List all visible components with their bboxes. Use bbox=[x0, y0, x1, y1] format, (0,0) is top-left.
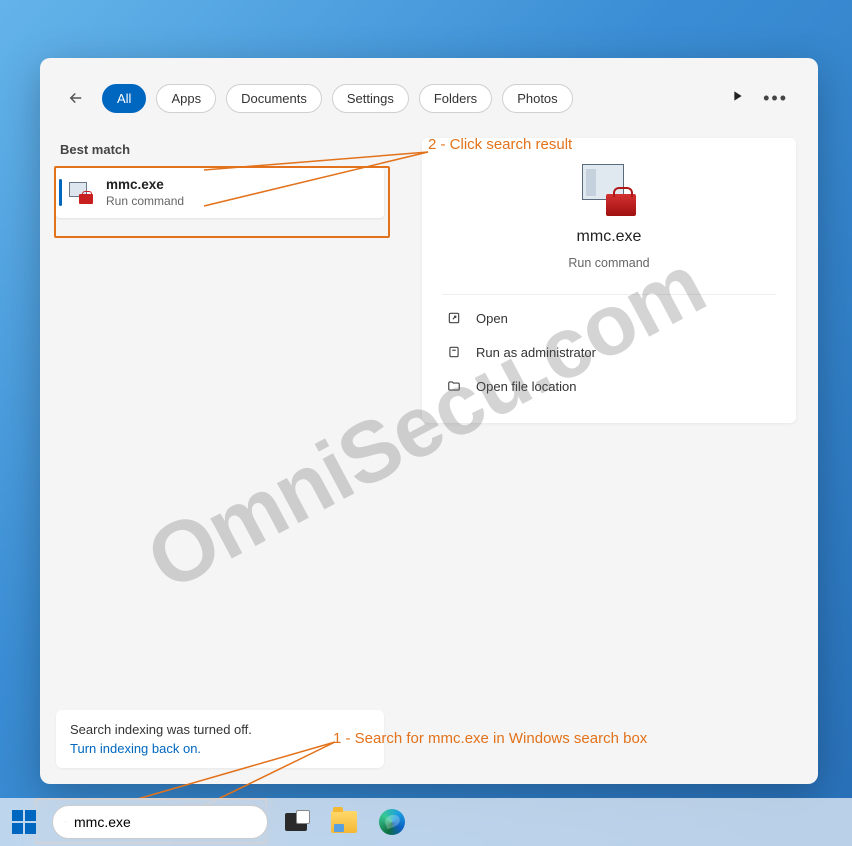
tab-all[interactable]: All bbox=[102, 84, 146, 113]
search-flyout: All Apps Documents Settings Folders Phot… bbox=[40, 58, 818, 784]
taskview-icon bbox=[285, 813, 307, 831]
detail-title: mmc.exe bbox=[577, 228, 642, 246]
taskbar bbox=[0, 798, 852, 846]
detail-pane: mmc.exe Run command Open Run as a bbox=[400, 128, 818, 784]
result-item-mmc[interactable]: mmc.exe Run command bbox=[56, 167, 384, 218]
action-open[interactable]: Open bbox=[442, 301, 776, 335]
indexing-message: Search indexing was turned off. bbox=[70, 722, 370, 737]
taskbar-taskview[interactable] bbox=[276, 802, 316, 842]
mmc-icon bbox=[68, 180, 94, 206]
shield-icon bbox=[446, 344, 462, 360]
indexing-notice: Search indexing was turned off. Turn ind… bbox=[56, 710, 384, 768]
search-input[interactable] bbox=[74, 814, 255, 830]
result-subtitle: Run command bbox=[106, 194, 184, 208]
detail-mmc-icon bbox=[582, 164, 636, 218]
tab-apps[interactable]: Apps bbox=[156, 84, 216, 113]
play-icon[interactable] bbox=[729, 88, 745, 109]
action-run-admin-label: Run as administrator bbox=[476, 345, 596, 360]
tab-photos[interactable]: Photos bbox=[502, 84, 572, 113]
action-run-admin[interactable]: Run as administrator bbox=[442, 335, 776, 369]
windows-logo-icon bbox=[12, 810, 36, 834]
tab-settings[interactable]: Settings bbox=[332, 84, 409, 113]
detail-subtitle: Run command bbox=[568, 256, 649, 270]
open-icon bbox=[446, 310, 462, 326]
taskbar-search-box[interactable] bbox=[52, 805, 268, 839]
indexing-link[interactable]: Turn indexing back on. bbox=[70, 741, 370, 756]
taskbar-explorer[interactable] bbox=[324, 802, 364, 842]
result-title: mmc.exe bbox=[106, 177, 184, 192]
tab-documents[interactable]: Documents bbox=[226, 84, 322, 113]
action-open-label: Open bbox=[476, 311, 508, 326]
taskbar-edge[interactable] bbox=[372, 802, 412, 842]
file-explorer-icon bbox=[331, 811, 357, 833]
tab-folders[interactable]: Folders bbox=[419, 84, 492, 113]
edge-icon bbox=[379, 809, 405, 835]
action-open-location-label: Open file location bbox=[476, 379, 576, 394]
search-tabs: All Apps Documents Settings Folders Phot… bbox=[40, 58, 818, 128]
action-open-location[interactable]: Open file location bbox=[442, 369, 776, 403]
search-icon bbox=[65, 814, 66, 830]
folder-icon bbox=[446, 378, 462, 394]
section-best-match: Best match bbox=[56, 136, 384, 167]
results-pane: Best match mmc.exe Run command Search in… bbox=[40, 128, 400, 784]
more-icon[interactable]: ••• bbox=[763, 88, 788, 109]
back-button[interactable] bbox=[60, 82, 92, 114]
start-button[interactable] bbox=[4, 802, 44, 842]
